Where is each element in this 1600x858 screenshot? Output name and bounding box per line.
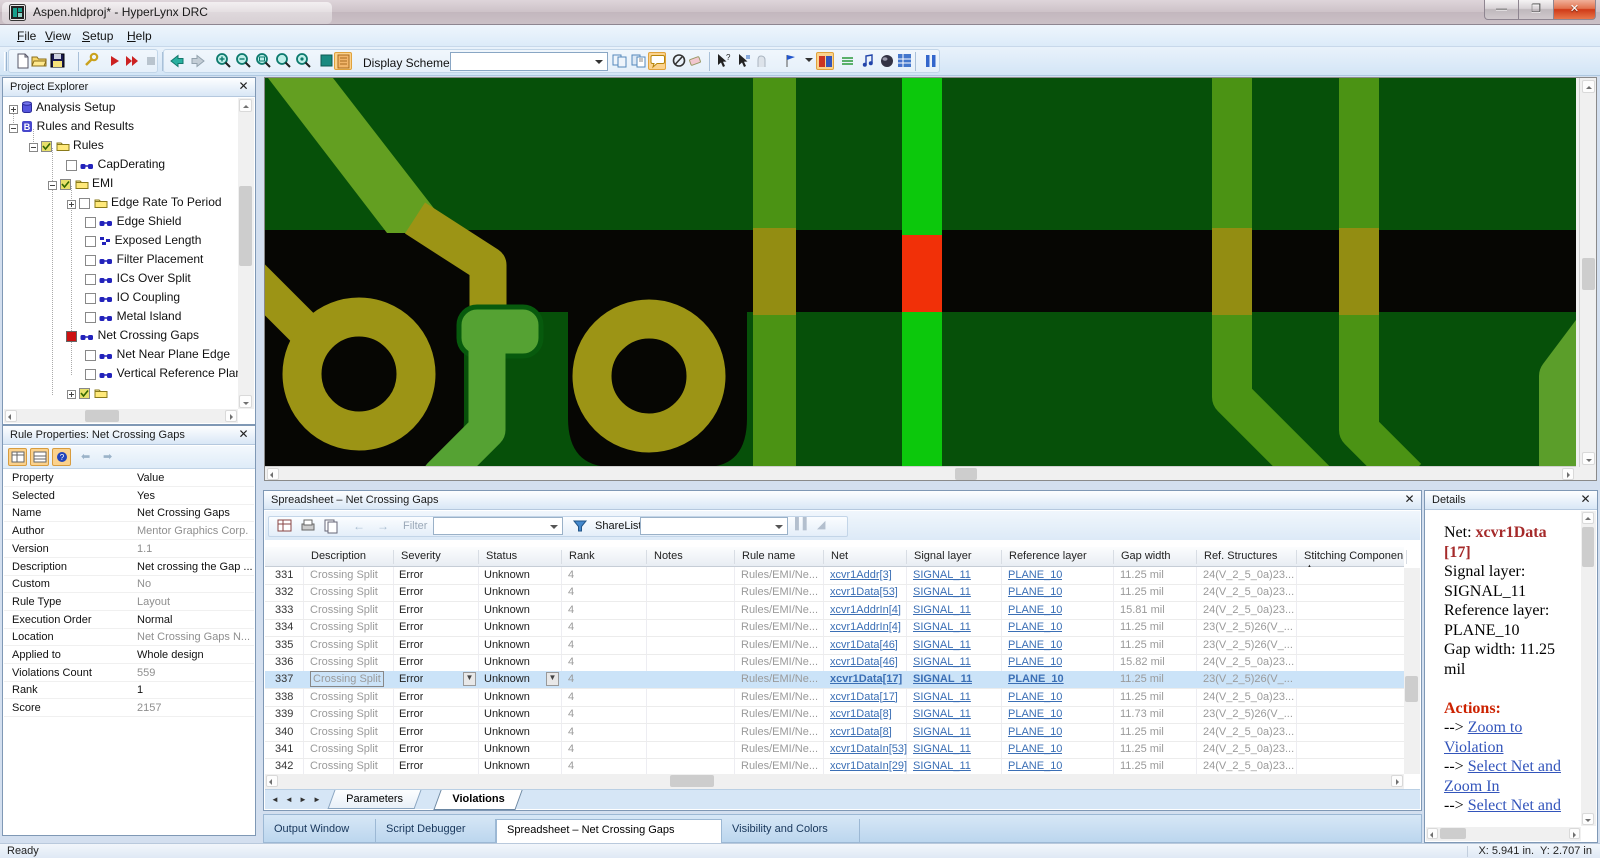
svg-text:B: B [24,122,31,132]
svg-text:?: ? [60,453,65,462]
svg-text:?: ? [726,53,731,62]
